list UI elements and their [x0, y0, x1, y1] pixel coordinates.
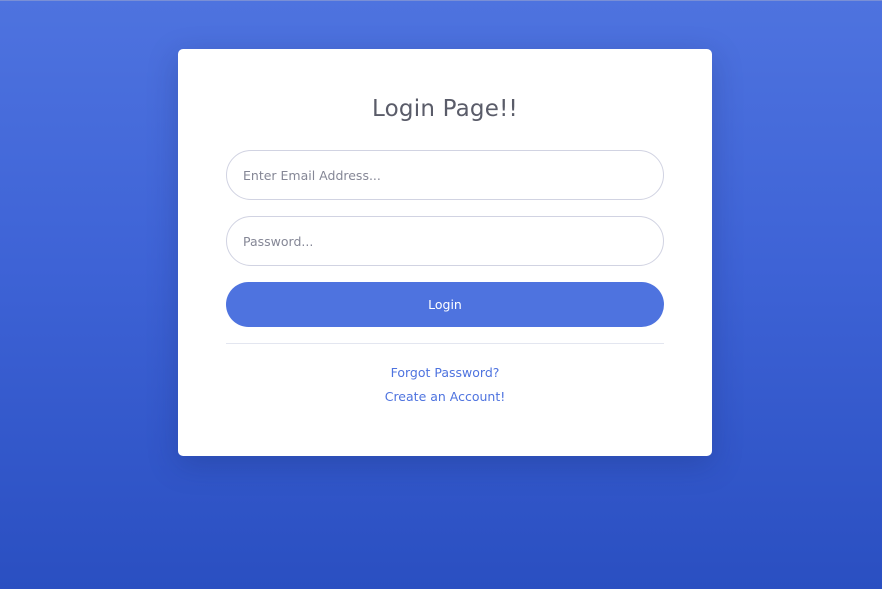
page-title: Login Page!! — [372, 96, 518, 122]
login-card: Login Page!! Login Forgot Password? Crea… — [178, 49, 712, 456]
email-input[interactable] — [226, 150, 664, 200]
forgot-password-link[interactable]: Forgot Password? — [178, 365, 712, 380]
divider — [226, 343, 664, 344]
login-button[interactable]: Login — [226, 282, 664, 327]
password-input[interactable] — [226, 216, 664, 266]
create-account-link[interactable]: Create an Account! — [178, 389, 712, 404]
window-top-border — [0, 0, 882, 1]
